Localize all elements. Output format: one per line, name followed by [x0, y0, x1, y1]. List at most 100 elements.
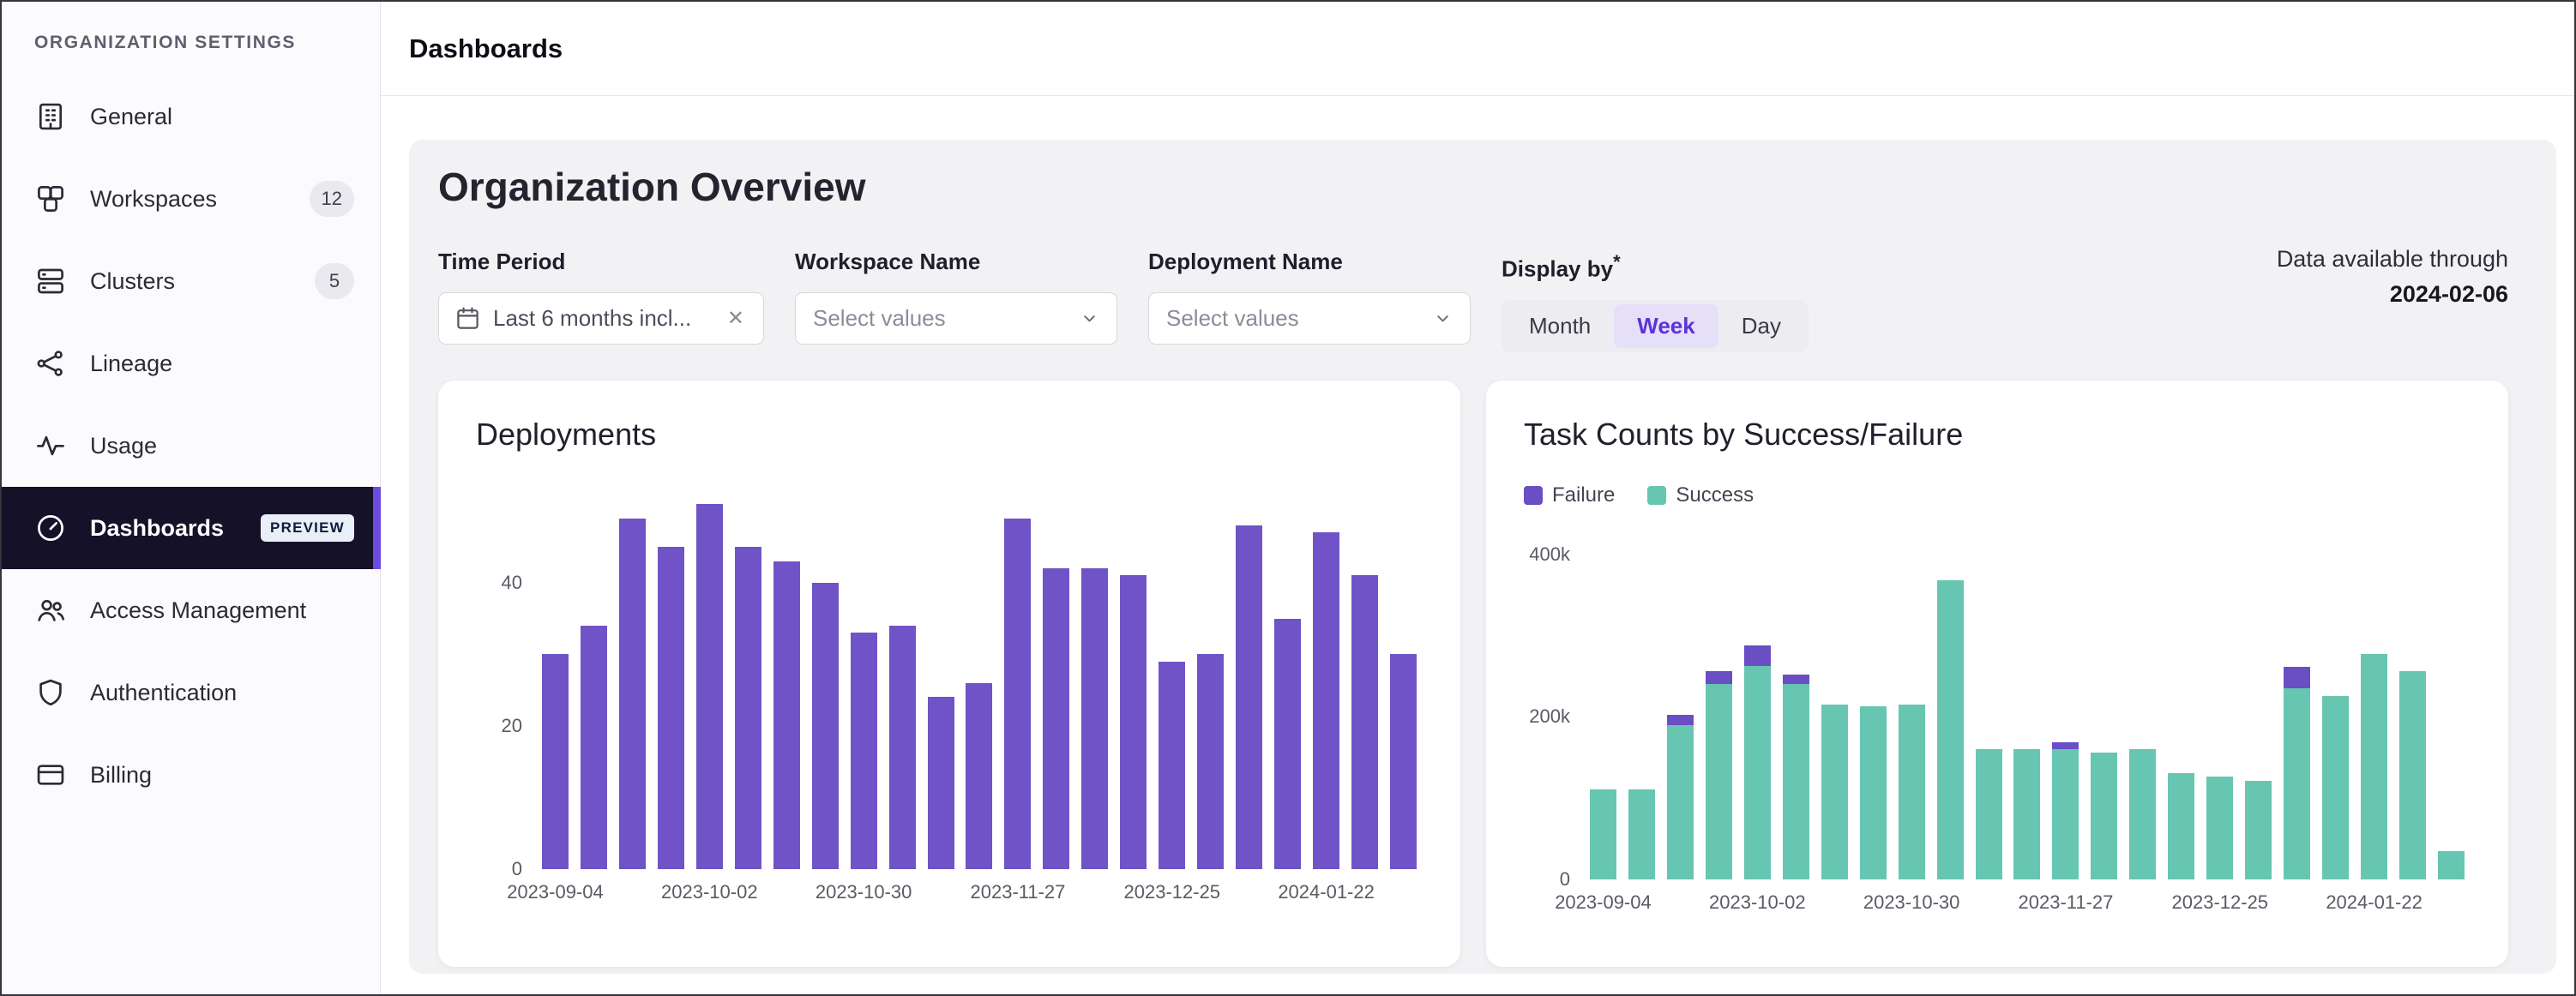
bar[interactable] — [2007, 538, 2046, 879]
deployment-select[interactable]: Select values — [1148, 292, 1471, 345]
bar[interactable] — [2200, 538, 2239, 879]
bar[interactable] — [2278, 538, 2316, 879]
bar[interactable] — [2123, 538, 2162, 879]
bar-segment-success — [2206, 777, 2233, 879]
deployment-filter: Deployment Name Select values — [1148, 250, 1471, 345]
sidebar-item-workspaces[interactable]: Workspaces 12 — [2, 158, 380, 240]
bar[interactable] — [1230, 497, 1268, 869]
plot-area — [536, 497, 1423, 869]
bar[interactable] — [690, 497, 729, 869]
bar[interactable] — [729, 497, 767, 869]
bar[interactable] — [767, 497, 806, 869]
bar[interactable] — [922, 497, 960, 869]
bar[interactable] — [2239, 538, 2278, 879]
bar[interactable] — [1970, 538, 2008, 879]
bar[interactable] — [2085, 538, 2123, 879]
time-period-picker[interactable]: Last 6 months incl... ✕ — [438, 292, 764, 345]
x-axis: 2023-09-042023-10-022023-10-302023-11-27… — [1584, 891, 2471, 917]
sidebar-item-dashboards[interactable]: Dashboards PREVIEW — [2, 487, 380, 569]
bar[interactable] — [1661, 538, 1700, 879]
bar[interactable] — [2046, 538, 2085, 879]
workspace-placeholder: Select values — [813, 305, 946, 332]
bar-segment-success — [2284, 688, 2310, 879]
bar[interactable] — [575, 497, 613, 869]
bar[interactable] — [1268, 497, 1307, 869]
chevron-down-icon — [1433, 309, 1453, 328]
bar-segment-success — [1821, 705, 1848, 879]
workspaces-count-badge: 12 — [310, 181, 354, 217]
gauge-icon — [34, 512, 67, 544]
bar[interactable] — [1345, 497, 1384, 869]
bar[interactable] — [1384, 497, 1423, 869]
sidebar-item-usage[interactable]: Usage — [2, 405, 380, 487]
bar[interactable] — [883, 497, 922, 869]
data-available-label: Data available through — [2277, 242, 2508, 277]
sidebar-item-billing[interactable]: Billing — [2, 734, 380, 816]
y-tick-label: 0 — [1560, 868, 1570, 891]
bar[interactable] — [2432, 538, 2471, 879]
bar[interactable] — [2355, 538, 2393, 879]
bar[interactable] — [845, 497, 883, 869]
sidebar-item-label: Access Management — [90, 597, 306, 624]
bar[interactable] — [1777, 538, 1815, 879]
bar[interactable] — [1854, 538, 1893, 879]
sidebar-item-access-management[interactable]: Access Management — [2, 569, 380, 651]
bar[interactable] — [652, 497, 690, 869]
bar-segment-success — [1628, 789, 1655, 879]
bar-segment-success — [2361, 654, 2387, 879]
bar[interactable] — [1075, 497, 1114, 869]
display-by-filter: Display by* Month Week Day — [1502, 250, 1809, 352]
time-period-filter: Time Period Last 6 months incl... ✕ — [438, 250, 764, 345]
bar[interactable] — [1191, 497, 1230, 869]
bar[interactable] — [2393, 538, 2432, 879]
sidebar-item-lineage[interactable]: Lineage — [2, 322, 380, 405]
bar[interactable] — [1584, 538, 1622, 879]
bar[interactable] — [1738, 538, 1777, 879]
deployment-placeholder: Select values — [1166, 305, 1299, 332]
x-tick-label: 2023-10-30 — [816, 881, 912, 903]
bar[interactable] — [613, 497, 652, 869]
bar[interactable] — [1114, 497, 1153, 869]
bar-segment-success — [1667, 725, 1694, 879]
time-period-label: Time Period — [438, 250, 764, 273]
bar[interactable] — [1037, 497, 1075, 869]
bar-segment-success — [2245, 781, 2272, 879]
shield-icon — [34, 676, 67, 709]
bar[interactable] — [960, 497, 998, 869]
bar-segment-success — [2399, 671, 2426, 879]
bar[interactable] — [1815, 538, 1854, 879]
bar-segment-success — [1899, 705, 1925, 879]
bar-segment-success — [1976, 749, 2002, 879]
bar[interactable] — [1931, 538, 1970, 879]
workspace-select[interactable]: Select values — [795, 292, 1117, 345]
bar[interactable] — [1700, 538, 1738, 879]
bar[interactable] — [1153, 497, 1191, 869]
bar[interactable] — [1893, 538, 1931, 879]
bar[interactable] — [1307, 497, 1345, 869]
bar-segment-value — [966, 683, 992, 869]
sidebar-item-general[interactable]: General — [2, 75, 380, 158]
bar[interactable] — [2316, 538, 2355, 879]
bar-segment-value — [928, 697, 954, 868]
bar[interactable] — [2162, 538, 2200, 879]
bar-segment-success — [2129, 749, 2156, 879]
display-by-month-button[interactable]: Month — [1506, 304, 1614, 348]
x-tick-label: 2023-10-02 — [1709, 891, 1806, 914]
bar[interactable] — [806, 497, 845, 869]
sidebar-item-clusters[interactable]: Clusters 5 — [2, 240, 380, 322]
bar-segment-success — [1783, 684, 1809, 879]
plot-column: 2023-09-042023-10-022023-10-302023-11-27… — [536, 497, 1423, 907]
bar[interactable] — [1622, 538, 1661, 879]
bar-segment-value — [1081, 568, 1108, 869]
x-tick-label: 2023-09-04 — [507, 881, 604, 903]
sidebar-header: ORGANIZATION SETTINGS — [2, 2, 380, 75]
sidebar-item-authentication[interactable]: Authentication — [2, 651, 380, 734]
display-by-week-button[interactable]: Week — [1614, 304, 1718, 348]
deployment-label: Deployment Name — [1148, 250, 1471, 273]
workspace-filter: Workspace Name Select values — [795, 250, 1117, 345]
display-by-day-button[interactable]: Day — [1718, 304, 1804, 348]
clear-filter-icon[interactable]: ✕ — [724, 305, 748, 333]
bar[interactable] — [998, 497, 1037, 869]
bar[interactable] — [536, 497, 575, 869]
bar-segment-success — [1937, 580, 1964, 879]
